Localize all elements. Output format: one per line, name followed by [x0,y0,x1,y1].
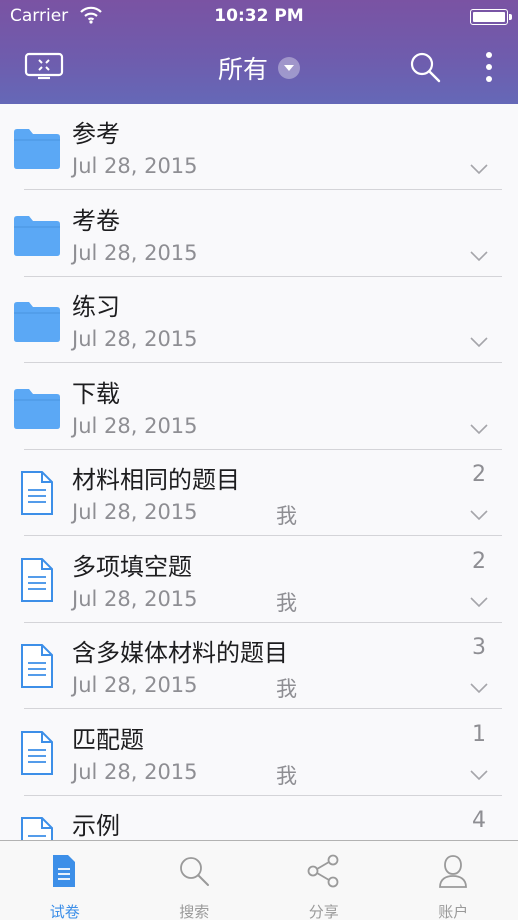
account-icon [435,853,471,889]
chevron-down-icon[interactable] [470,679,488,694]
folder-row[interactable]: 参考 Jul 28, 2015 [0,104,518,190]
item-title: 参考 [72,120,120,148]
item-title: 考卷 [72,206,120,235]
item-count: 1 [472,721,486,747]
page-title: 所有 [217,55,268,84]
tab-account[interactable]: 账户 [389,841,518,920]
item-title: 匹配题 [72,725,144,754]
chevron-down-icon[interactable] [470,593,488,607]
document-row[interactable]: 多项填空题 Jul 28, 2015 我 2 [0,537,518,623]
folder-icon [12,126,62,174]
item-title: 材料相同的题目 [72,466,240,494]
item-count: 2 [472,462,486,487]
chevron-down-icon[interactable] [470,333,488,348]
item-owner: 我 [276,590,297,615]
battery-icon [470,9,512,25]
tab-label: 试卷 [49,903,80,920]
item-date: Jul 28, 2015 [72,673,198,697]
top-bar: Carrier 10:32 PM 所有 [0,0,518,104]
status-bar: Carrier 10:32 PM [0,0,518,34]
tab-label: 账户 [438,903,469,920]
item-date: Jul 28, 2015 [72,759,198,784]
item-title: 下载 [72,379,120,408]
folder-icon [12,386,62,434]
chevron-down-icon[interactable] [470,420,488,434]
document-row[interactable]: 示例 4 [0,796,518,840]
search-icon [176,853,212,889]
document-icon [18,468,56,522]
tab-bar: 试卷 搜索 分享 账户 [0,840,518,920]
item-date: Jul 28, 2015 [72,240,198,265]
search-icon[interactable] [408,50,442,84]
document-icon [46,853,82,889]
document-row[interactable]: 材料相同的题目 Jul 28, 2015 我 2 [0,450,518,536]
item-count: 3 [472,635,486,660]
item-date: Jul 28, 2015 [72,500,198,524]
chevron-down-icon[interactable] [278,57,300,79]
tab-label: 分享 [308,903,339,920]
document-row[interactable]: 匹配题 Jul 28, 2015 我 1 [0,710,518,796]
folder-row[interactable]: 考卷 Jul 28, 2015 [0,191,518,277]
folder-icon [12,213,62,261]
item-title: 练习 [72,293,120,321]
document-icon [18,728,56,782]
folder-icon [12,299,62,347]
document-icon [18,555,56,609]
item-count: 4 [472,808,486,833]
more-vertical-icon[interactable] [478,50,500,84]
tab-share[interactable]: 分享 [259,841,389,920]
chevron-down-icon[interactable] [470,160,488,175]
item-count: 2 [472,548,486,574]
item-date: Jul 28, 2015 [72,413,198,438]
item-date: Jul 28, 2015 [72,327,198,351]
document-icon [18,814,56,840]
item-title: 多项填空题 [72,552,192,581]
document-row[interactable]: 含多媒体材料的题目 Jul 28, 2015 我 3 [0,623,518,709]
tab-label: 搜索 [179,903,210,920]
item-owner: 我 [276,763,297,788]
share-icon [305,853,341,889]
clock: 10:32 PM [214,6,304,26]
file-list[interactable]: 参考 Jul 28, 2015 考卷 Jul 28, 2015 练习 Jul 28, 20… [0,104,518,840]
chevron-down-icon[interactable] [470,506,488,521]
chevron-down-icon[interactable] [470,766,488,780]
item-owner: 我 [276,504,297,528]
item-owner: 我 [276,677,297,701]
document-icon [18,641,56,695]
tab-search[interactable]: 搜索 [130,841,260,920]
tab-exams[interactable]: 试卷 [0,841,130,920]
item-date: Jul 28, 2015 [72,154,198,178]
item-title: 示例 [72,812,120,840]
item-date: Jul 28, 2015 [72,586,198,611]
folder-row[interactable]: 练习 Jul 28, 2015 [0,277,518,363]
folder-row[interactable]: 下载 Jul 28, 2015 [0,364,518,450]
item-title: 含多媒体材料的题目 [72,639,288,667]
chevron-down-icon[interactable] [470,247,488,261]
